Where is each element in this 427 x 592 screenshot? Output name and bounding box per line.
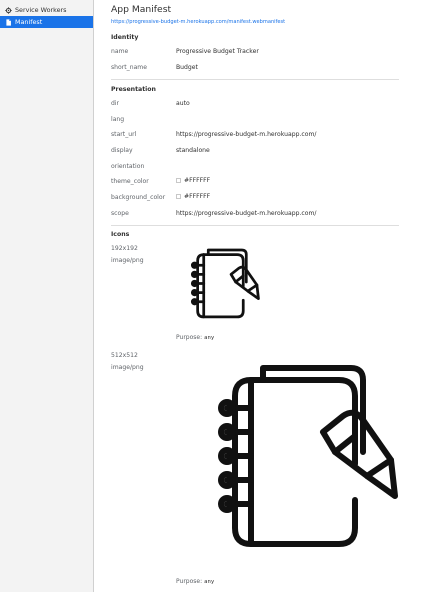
color-swatch [176, 177, 181, 183]
orientation-label: orientation [111, 163, 145, 170]
purpose-label: Purpose: [176, 578, 203, 585]
sidebar-item-service-workers[interactable]: Service Workers [0, 4, 93, 16]
start-url-label: start_url [111, 131, 137, 138]
theme-color-value: #FFFFFF [176, 177, 210, 184]
background-color-value: #FFFFFF [176, 193, 210, 200]
gear-icon [5, 6, 12, 14]
start-url-value: https://progressive-budget-m.herokuapp.c… [176, 131, 317, 138]
display-value: standalone [176, 147, 210, 154]
scope-label: scope [111, 210, 129, 217]
section-divider [111, 79, 399, 80]
name-label: name [111, 48, 129, 55]
color-swatch [176, 193, 181, 199]
icon-purpose: Purpose: any [176, 334, 214, 341]
dir-value: auto [176, 100, 190, 107]
purpose-value: any [204, 579, 215, 585]
sidebar-item-label: Manifest [15, 18, 43, 26]
name-value: Progressive Budget Tracker [176, 48, 259, 55]
display-label: display [111, 147, 133, 154]
scope-value: https://progressive-budget-m.herokuapp.c… [176, 210, 317, 217]
purpose-value: any [204, 335, 215, 341]
short-name-value: Budget [176, 64, 198, 71]
lang-label: lang [111, 116, 125, 123]
section-divider [111, 225, 399, 226]
notebook-pencil-icon [187, 247, 263, 323]
icon-size-label: 512x512 [111, 352, 138, 359]
theme-color-text: #FFFFFF [184, 177, 211, 184]
background-color-label: background_color [111, 194, 166, 201]
icon-size-label: 192x192 [111, 245, 138, 252]
presentation-heading: Presentation [111, 86, 156, 93]
icon-purpose: Purpose: any [176, 578, 214, 585]
theme-color-label: theme_color [111, 178, 149, 185]
notebook-pencil-icon [203, 360, 411, 560]
icon-type-label: image/png [111, 364, 144, 371]
icon-type-label: image/png [111, 257, 144, 264]
icons-heading: Icons [111, 231, 130, 238]
page-title: App Manifest [111, 4, 172, 15]
short-name-label: short_name [111, 64, 147, 71]
purpose-label: Purpose: [176, 334, 203, 341]
identity-heading: Identity [111, 34, 139, 41]
sidebar-item-label: Service Workers [15, 6, 67, 14]
sidebar: Service Workers Manifest [0, 0, 94, 592]
manifest-url-link[interactable]: https://progressive-budget-m.herokuapp.c… [111, 19, 285, 25]
document-icon [5, 18, 12, 26]
background-color-text: #FFFFFF [184, 193, 211, 200]
sidebar-item-manifest[interactable]: Manifest [0, 16, 93, 28]
dir-label: dir [111, 100, 120, 107]
